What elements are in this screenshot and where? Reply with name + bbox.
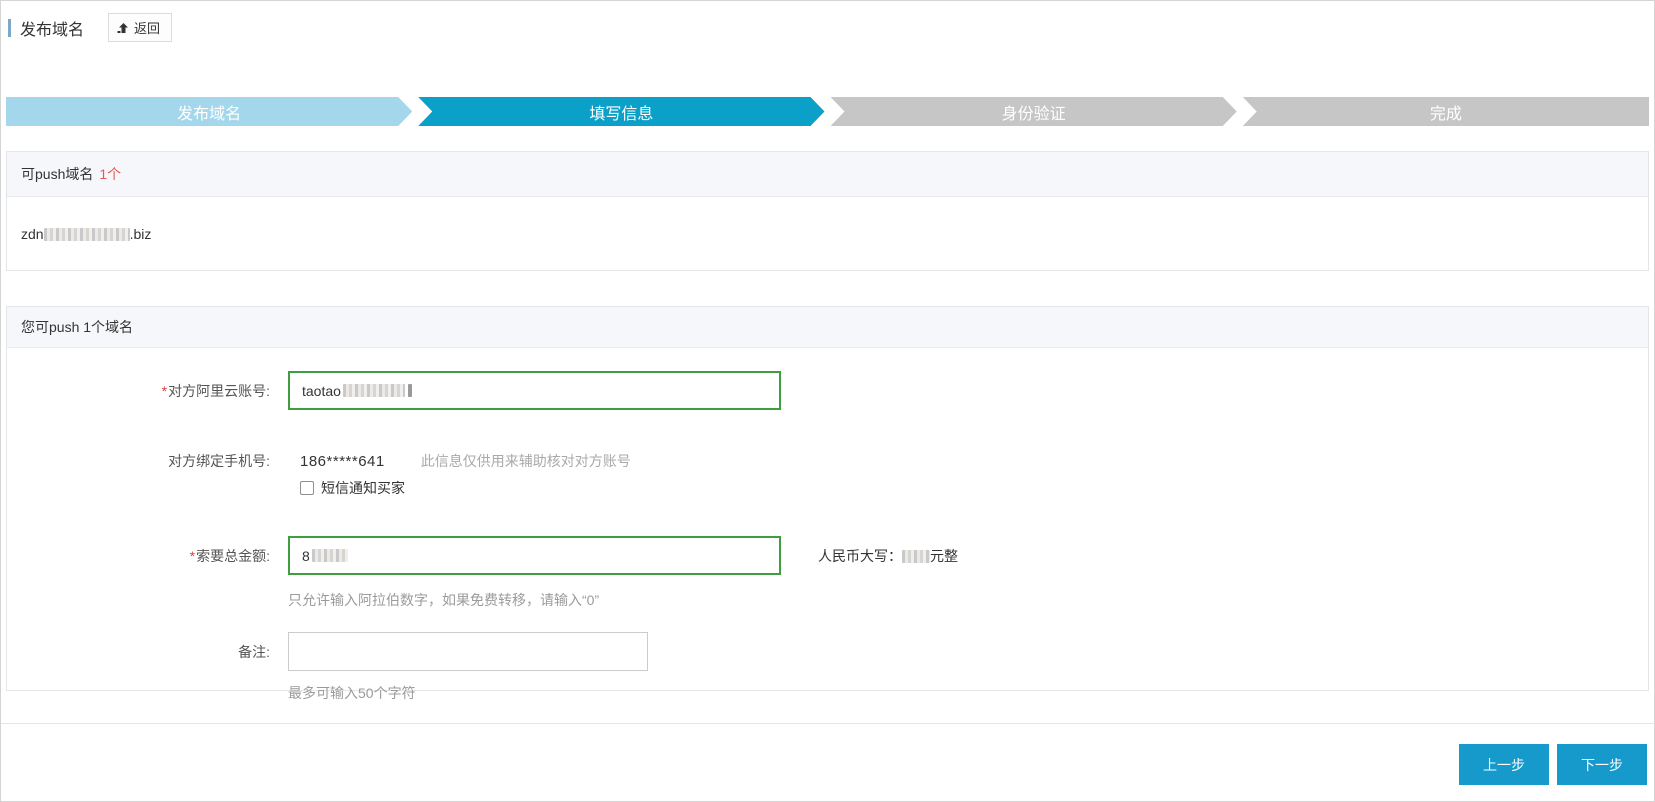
phone-label: 对方绑定手机号: xyxy=(168,453,270,469)
pushable-domains-panel: 可push域名 1个 zdn .biz xyxy=(6,151,1649,271)
account-input[interactable]: taotao xyxy=(288,371,781,410)
footer-actions: 上一步 下一步 xyxy=(1459,744,1647,785)
step-label: 身份验证 xyxy=(1001,105,1066,123)
rmb-label: 人民币大写： xyxy=(818,547,902,564)
form-row-account: *对方阿里云账号: taotao xyxy=(7,371,1648,410)
remark-hint: 最多可输入50个字符 xyxy=(288,685,416,701)
phone-value: 186*****641 xyxy=(300,453,385,470)
domain-redacted-segment xyxy=(43,227,130,241)
remark-label: 备注: xyxy=(238,644,270,660)
push-form-panel: 您可push 1个域名 *对方阿里云账号: taotao 对方绑定手机号: 18… xyxy=(6,306,1649,701)
account-redacted-segment xyxy=(342,384,405,397)
step-wizard: 发布域名 填写信息 身份验证 完成 xyxy=(6,97,1649,126)
amount-value-prefix: 8 xyxy=(302,547,310,564)
rmb-capital-text: 人民币大写： 元整 xyxy=(818,546,958,566)
footer-divider xyxy=(1,723,1654,724)
form-row-remark: 备注: 最多可输入50个字符 xyxy=(7,632,1648,703)
page-header: 发布域名 返回 xyxy=(1,13,173,42)
page-title: 发布域名 xyxy=(20,21,85,39)
account-value-prefix: taotao xyxy=(302,382,341,399)
step-identity-verification: 身份验证 xyxy=(831,97,1237,126)
title-marker xyxy=(8,18,11,37)
phone-hint: 此信息仅供用来辅助核对对方账号 xyxy=(420,453,631,469)
step-complete: 完成 xyxy=(1242,97,1649,126)
step-label: 完成 xyxy=(1429,105,1462,123)
step-label: 发布域名 xyxy=(177,105,242,123)
pushable-domains-header: 可push域名 1个 xyxy=(7,152,1648,197)
amount-redacted-segment xyxy=(311,549,348,562)
account-redacted-tail xyxy=(407,384,412,397)
domain-prefix: zdn xyxy=(21,225,44,242)
amount-input[interactable]: 8 xyxy=(288,536,781,575)
step-publish-domain: 发布域名 xyxy=(6,97,412,126)
rmb-suffix: 元整 xyxy=(930,547,958,564)
pushable-domains-count: 1个 xyxy=(99,166,122,182)
push-form-title: 您可push 1个域名 xyxy=(21,319,134,335)
rmb-redacted-segment xyxy=(902,549,930,563)
sms-notify-label: 短信通知买家 xyxy=(321,480,405,496)
back-button-label: 返回 xyxy=(134,21,161,36)
step-fill-info: 填写信息 xyxy=(418,97,824,126)
back-up-arrow-icon xyxy=(117,22,129,34)
amount-hint: 只允许输入阿拉伯数字，如果免费转移，请输入“0” xyxy=(288,592,600,608)
page: 发布域名 返回 发布域名 填写信息 身份验证 完成 可push域名 1个 zdn… xyxy=(0,0,1655,802)
push-form: *对方阿里云账号: taotao 对方绑定手机号: 186*****641 此信… xyxy=(7,348,1648,703)
previous-step-button[interactable]: 上一步 xyxy=(1459,744,1549,785)
domain-suffix: .biz xyxy=(129,225,152,242)
required-mark: * xyxy=(161,383,168,399)
form-row-amount: *索要总金额: 8 人民币大写： 元整 只允许输入阿拉伯数字，如果免费转移，请输入… xyxy=(7,536,1648,610)
back-button[interactable]: 返回 xyxy=(108,13,173,42)
amount-label: *索要总金额: xyxy=(189,548,270,564)
pushable-domains-body: zdn .biz xyxy=(7,197,1648,270)
next-step-button[interactable]: 下一步 xyxy=(1557,744,1647,785)
remark-input[interactable] xyxy=(288,632,648,671)
domain-name: zdn .biz xyxy=(21,226,151,242)
push-form-header: 您可push 1个域名 xyxy=(7,307,1648,348)
required-mark: * xyxy=(189,548,196,564)
step-label: 填写信息 xyxy=(589,105,654,123)
account-label: *对方阿里云账号: xyxy=(161,383,270,399)
pushable-domains-title: 可push域名 xyxy=(21,166,94,182)
form-row-phone: 对方绑定手机号: 186*****641 此信息仅供用来辅助核对对方账号 短信通… xyxy=(7,441,1648,498)
sms-notify-checkbox[interactable] xyxy=(300,481,314,495)
